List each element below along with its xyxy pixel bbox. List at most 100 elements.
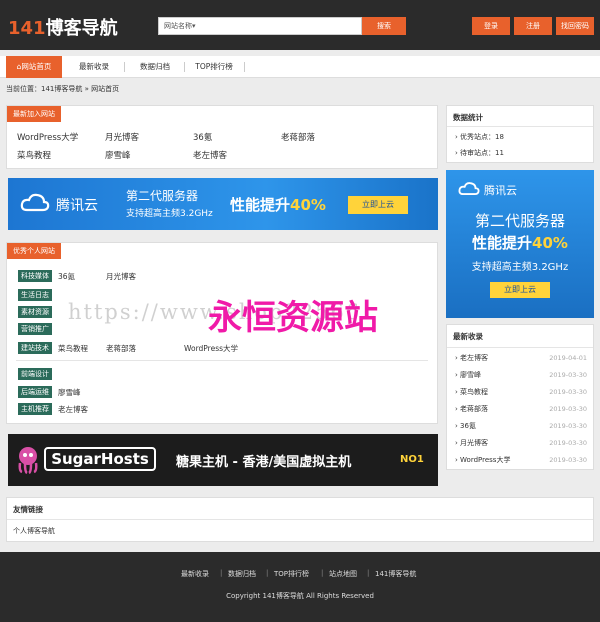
site-link[interactable]: 月光博客 <box>106 271 136 282</box>
breadcrumb: 当前位置：141博客导航 » 网站首页 <box>6 85 120 93</box>
panel-title: 最新加入网站 <box>7 106 61 122</box>
category-tag[interactable]: 科技媒体 <box>18 270 52 282</box>
list-item-name: 36氪 <box>460 422 476 430</box>
banner-line2: 支持超高主频3.2GHz <box>126 209 213 219</box>
sugarhosts-banner[interactable]: SugarHosts 糖果主机 - 香港/美国虚拟主机 NO1 <box>8 434 438 486</box>
footer-link-home[interactable]: 141博客导航 <box>375 569 416 579</box>
list-item-name: 老左博客 <box>460 354 489 362</box>
site-link[interactable]: 老蒋部落 <box>281 131 315 143</box>
headline-percent: 40% <box>532 234 568 252</box>
logo-text: 博客导航 <box>45 18 118 39</box>
category-tag[interactable]: 营销推广 <box>18 323 52 335</box>
latest-sites-panel: 最新收录 › 老左博客 2019-04-01 › 廖雪峰 2019-03-30 › 菜鸟… <box>446 324 594 470</box>
ad-line2: 支持超高主频3.2GHz <box>471 262 569 273</box>
list-item-date: 2019-03-30 <box>549 405 587 413</box>
list-item-name: WordPress大学 <box>460 456 511 464</box>
category-tag[interactable]: 后端运维 <box>18 386 52 398</box>
ad-line1: 第二代服务器 <box>474 212 565 230</box>
site-link[interactable]: 菜鸟教程 <box>17 149 51 161</box>
cta-button[interactable]: 立即上云 <box>490 282 550 298</box>
panel-title: 优秀个人网站 <box>7 243 61 259</box>
friend-links-panel: 友情链接 个人博客导航 <box>6 497 594 542</box>
footer-divider: | <box>367 569 370 577</box>
list-item-name: 廖雪峰 <box>460 371 482 379</box>
list-item-name: 老蒋部落 <box>460 405 489 413</box>
stat-line: › 优秀站点：18 <box>455 132 504 142</box>
site-link[interactable]: 老蒋部落 <box>106 343 136 354</box>
list-item-date: 2019-03-30 <box>549 371 587 379</box>
search-button[interactable]: 搜索 <box>362 17 406 35</box>
brand-name: 腾讯云 <box>56 198 98 214</box>
list-item[interactable]: › 36氪 <box>455 421 476 431</box>
footer-link-sitemap[interactable]: 站点地图 <box>329 569 357 579</box>
category-tag[interactable]: 素材资源 <box>18 306 52 318</box>
site-logo[interactable]: 141博客导航 <box>8 14 118 40</box>
list-item[interactable]: › 廖雪峰 <box>455 370 481 380</box>
divider <box>16 360 428 361</box>
sugarhosts-badge: NO1 <box>400 454 424 465</box>
site-link[interactable]: WordPress大学 <box>184 343 238 354</box>
site-link[interactable]: WordPress大学 <box>17 131 78 143</box>
copyright-text: Copyright 141博客导航 All Rights Reserved <box>226 592 374 600</box>
tencent-cloud-banner[interactable]: 腾讯云 第二代服务器 支持超高主频3.2GHz 性能提升40% 立即上云 <box>8 178 438 230</box>
tab-home[interactable]: ⌂网站首页 <box>6 56 62 78</box>
list-item[interactable]: › 月光博客 <box>455 438 488 448</box>
stat-text: 优秀站点：18 <box>460 133 504 141</box>
cloud-icon <box>458 181 480 197</box>
ad-headline: 性能提升40% <box>446 232 594 253</box>
category-tag[interactable]: 生活日志 <box>18 289 52 301</box>
logo-number: 141 <box>8 18 46 39</box>
stat-line: › 待审站点：11 <box>455 148 504 158</box>
tab-archive[interactable]: 数据归档 <box>130 56 180 78</box>
tab-latest[interactable]: 最新收录 <box>70 56 118 78</box>
divider <box>7 519 593 520</box>
cloud-icon <box>20 192 50 214</box>
site-link[interactable]: 老左博客 <box>193 149 227 161</box>
headline-percent: 40% <box>290 196 326 214</box>
category-tag[interactable]: 建站技术 <box>18 342 52 354</box>
footer-link-archive[interactable]: 数据归档 <box>228 569 256 579</box>
headline-text: 性能提升 <box>230 196 291 214</box>
tencent-cloud-side-ad[interactable]: 腾讯云 第二代服务器 性能提升40% 支持超高主频3.2GHz 立即上云 <box>446 170 594 318</box>
list-item-name: 月光博客 <box>460 439 489 447</box>
sugarhosts-slogan: 糖果主机 - 香港/美国虚拟主机 <box>176 455 352 470</box>
list-item[interactable]: › WordPress大学 <box>455 455 510 465</box>
site-link[interactable]: 36氪 <box>193 131 212 143</box>
friend-link[interactable]: 个人博客导航 <box>13 526 55 536</box>
stats-panel: 数据统计 › 优秀站点：18 › 待审站点：11 <box>446 105 594 163</box>
footer-divider: | <box>220 569 223 577</box>
sugarhosts-logo: SugarHosts <box>44 447 156 471</box>
footer-divider: | <box>321 569 324 577</box>
search-input[interactable]: 网站名称▾ <box>158 17 362 35</box>
site-link[interactable]: 廖雪峰 <box>58 387 81 398</box>
list-item[interactable]: › 菜鸟教程 <box>455 387 488 397</box>
list-item-date: 2019-03-30 <box>549 388 587 396</box>
list-item[interactable]: › 老蒋部落 <box>455 404 488 414</box>
list-item[interactable]: › 老左博客 <box>455 353 488 363</box>
nav-divider <box>184 62 185 72</box>
site-link[interactable]: 36氪 <box>58 271 75 282</box>
category-tag[interactable]: 前端设计 <box>18 368 52 380</box>
cta-button[interactable]: 立即上云 <box>348 196 408 214</box>
list-item-date: 2019-04-01 <box>549 354 587 362</box>
footer-link-top[interactable]: TOP排行榜 <box>274 569 309 579</box>
forgot-password-button[interactable]: 找回密码 <box>556 17 594 35</box>
tab-top-ranking[interactable]: TOP排行榜 <box>188 56 240 78</box>
brand-name: 腾讯云 <box>484 184 517 197</box>
footer-link-latest[interactable]: 最新收录 <box>181 569 209 579</box>
category-tag[interactable]: 主机推荐 <box>18 403 52 415</box>
register-button[interactable]: 注册 <box>514 17 552 35</box>
list-item-name: 菜鸟教程 <box>460 388 489 396</box>
login-button[interactable]: 登录 <box>472 17 510 35</box>
stats-title: 数据统计 <box>453 113 483 122</box>
list-item-date: 2019-03-30 <box>549 439 587 447</box>
top-header: 141博客导航 网站名称▾ 搜索 登录 注册 找回密码 <box>0 0 600 50</box>
site-link[interactable]: 廖雪峰 <box>105 149 131 161</box>
octopus-mascot-icon <box>16 446 40 475</box>
site-link[interactable]: 菜鸟教程 <box>58 343 88 354</box>
site-link[interactable]: 老左博客 <box>58 404 88 415</box>
nav-divider <box>244 62 245 72</box>
latest-title: 最新收录 <box>453 332 483 341</box>
site-link[interactable]: 月光博客 <box>105 131 139 143</box>
banner-headline: 性能提升40% <box>230 194 326 215</box>
